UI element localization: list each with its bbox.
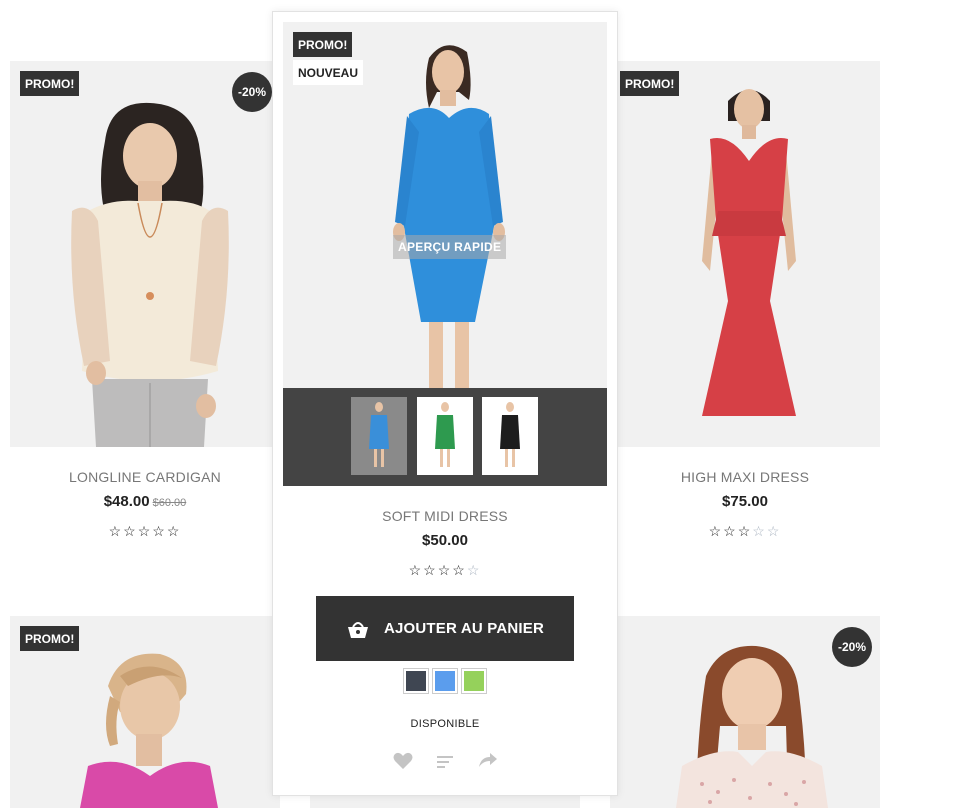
star-icon: ☆ [123,523,138,539]
star-icon: ☆ [737,523,753,539]
thumbnail-dress-icon [369,402,389,467]
product-image-cardigan[interactable]: PROMO! -20% [10,61,280,447]
star-icon: ☆ [708,523,724,539]
star-icon: ☆ [166,523,182,539]
old-price: $60.00 [152,497,187,509]
promo-badge: PROMO! [20,626,80,651]
star-icon: ☆ [108,523,124,539]
model-illustration [71,102,229,447]
thumbnail-strip [283,388,607,486]
product-name-midi[interactable]: SOFT MIDI DRESS [273,508,617,524]
product-name-maxi[interactable]: HIGH MAXI DRESS [610,469,880,485]
add-to-cart-button[interactable]: AJOUTER AU PANIER [316,596,574,661]
new-badge: NOUVEAU [293,60,364,85]
color-swatch-blue[interactable] [432,668,458,694]
thumbnail-green[interactable] [417,397,473,475]
swatch-fill [464,671,484,691]
promo-badge: PROMO! [620,71,680,96]
thumbnail-blue[interactable] [351,397,407,475]
product-image-midi[interactable]: PROMO! NOUVEAU APERÇU RAPIDE [283,22,607,388]
star-icon: ☆ [723,523,738,539]
heart-icon[interactable] [393,752,413,773]
product-name-cardigan[interactable]: LONGLINE CARDIGAN [10,469,280,485]
compare-icon[interactable] [437,754,455,773]
rating-stars-maxi: ☆☆☆☆☆ [610,523,880,540]
rating-stars-midi: ☆☆☆☆☆ [273,562,617,579]
star-icon: ☆ [423,562,438,578]
star-icon: ☆ [437,562,453,578]
star-icon: ☆ [137,523,153,539]
color-swatch-green[interactable] [461,668,487,694]
availability-status: DISPONIBLE [410,718,480,730]
quick-view-button[interactable]: APERÇU RAPIDE [393,235,507,259]
rating-stars-cardigan: ☆☆☆☆☆ [10,523,280,540]
product-image-bottom-left[interactable]: PROMO! [10,616,280,808]
current-price: $48.00 [103,493,150,510]
featured-product-card[interactable]: PROMO! NOUVEAU APERÇU RAPIDE SOFT MIDI D… [272,11,618,796]
product-image-maxi[interactable]: PROMO! [610,61,880,447]
swatch-fill [435,671,455,691]
shopping-bag-icon [347,621,368,638]
discount-badge: -20% [232,72,272,112]
star-icon: ☆ [408,562,424,578]
star-icon: ☆ [466,562,482,578]
add-to-cart-label: AJOUTER AU PANIER [383,620,545,637]
discount-badge: -20% [832,627,872,667]
thumbnail-black[interactable] [482,397,538,475]
share-icon[interactable] [479,752,497,771]
product-image-bottom-right[interactable]: -20% [610,616,880,808]
product-price-midi: $50.00 [422,532,468,549]
thumbnail-dress-icon [500,402,520,467]
product-price-cardigan: $48.00 $60.00 [10,493,280,510]
star-icon: ☆ [152,523,167,539]
model-illustration [702,89,796,417]
product-image-bottom-middle[interactable] [310,796,580,808]
swatch-fill [406,671,426,691]
star-icon: ☆ [752,523,767,539]
promo-badge: PROMO! [293,32,353,57]
star-icon: ☆ [766,523,782,539]
star-icon: ☆ [452,562,467,578]
color-swatch-dark[interactable] [403,668,429,694]
promo-badge: PROMO! [20,71,80,96]
thumbnail-dress-icon [435,402,455,467]
product-grid: PROMO! -20% LONGLINE CARDIGAN $48.00 $60.… [0,0,957,808]
product-price-maxi: $75.00 [722,493,768,510]
